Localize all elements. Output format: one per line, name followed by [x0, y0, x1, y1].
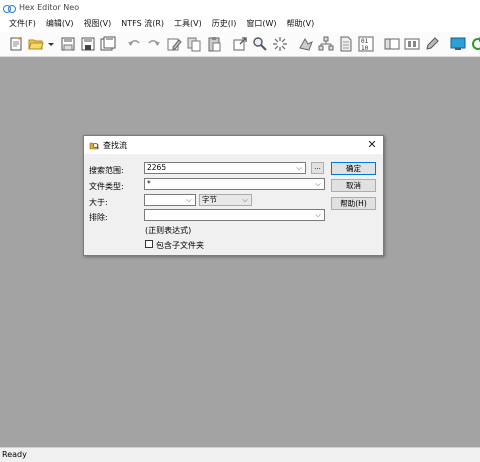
bookmark-icon[interactable]	[298, 36, 314, 52]
menu-bar: 文件(F) 编辑(V) 视图(V) NTFS 流(R) 工具(V) 历史(I) …	[0, 15, 480, 32]
menu-file[interactable]: 文件(F)	[9, 18, 36, 29]
file-type-combobox[interactable]: * ⌵	[144, 178, 325, 190]
ok-button[interactable]: 确定	[331, 162, 376, 175]
close-icon[interactable]: ✕	[365, 138, 379, 152]
save-all-icon[interactable]	[100, 36, 116, 52]
find-streams-icon	[89, 140, 99, 150]
file-type-value: *	[147, 179, 151, 188]
export-icon[interactable]	[232, 36, 248, 52]
find-replace-icon[interactable]	[272, 36, 288, 52]
chevron-down-icon[interactable]: ⌵	[185, 195, 193, 205]
browse-button[interactable]: ...	[311, 162, 324, 174]
dialog-title-bar: 查找流 ✕	[84, 136, 383, 154]
open-folder-icon[interactable]	[28, 36, 44, 52]
svg-text:10: 10	[361, 45, 369, 52]
size-unit-select[interactable]: 字节 ⌵	[199, 194, 252, 206]
app-logo-icon	[3, 3, 16, 13]
menu-history[interactable]: 历史(I)	[212, 18, 237, 29]
tile-icon[interactable]	[404, 36, 420, 52]
svg-text:01: 01	[361, 38, 369, 45]
menu-edit[interactable]: 编辑(V)	[46, 18, 74, 29]
monitor-icon[interactable]	[450, 36, 466, 52]
menu-tools[interactable]: 工具(V)	[174, 18, 202, 29]
search-scope-value: 2265	[147, 163, 167, 172]
include-subfolders-checkbox[interactable]	[145, 240, 153, 248]
status-bar: Ready	[0, 447, 480, 462]
paste-icon[interactable]	[206, 36, 222, 52]
new-file-icon[interactable]	[8, 36, 24, 52]
title-bar: Hex Editor Neo	[0, 0, 480, 15]
exclude-label: 排除:	[89, 213, 108, 222]
search-scope-combobox[interactable]: 2265 ⌵	[144, 162, 306, 174]
dialog-title: 查找流	[103, 140, 127, 150]
regex-hint: (正则表达式)	[145, 226, 192, 235]
find-streams-dialog: 查找流 ✕ 搜索范围: 2265 ⌵ ... 文件类型: * ⌵ 大于: ⌵ 字…	[83, 135, 384, 256]
structure-icon[interactable]	[318, 36, 334, 52]
pencil-icon[interactable]	[424, 36, 440, 52]
include-subfolders-label: 包含子文件夹	[156, 241, 204, 250]
redo-icon[interactable]	[146, 36, 162, 52]
menu-ntfs-streams[interactable]: NTFS 流(R)	[121, 18, 164, 29]
edit-icon[interactable]	[166, 36, 182, 52]
chevron-down-icon[interactable]: ⌵	[241, 195, 249, 205]
find-icon[interactable]	[252, 36, 268, 52]
undo-icon[interactable]	[126, 36, 142, 52]
toolbar: 01 10	[0, 32, 480, 57]
chevron-down-icon[interactable]: ⌵	[295, 163, 303, 173]
dropdown-arrow-icon[interactable]	[48, 36, 54, 52]
binary-icon[interactable]: 01 10	[358, 36, 374, 52]
menu-help[interactable]: 帮助(V)	[287, 18, 315, 29]
size-unit-value: 字节	[202, 195, 217, 204]
file-type-label: 文件类型:	[89, 182, 124, 191]
status-text: Ready	[2, 450, 27, 459]
copy-icon[interactable]	[186, 36, 202, 52]
window-icon[interactable]	[384, 36, 400, 52]
exclude-combobox[interactable]: ⌵	[144, 209, 325, 221]
save-icon[interactable]	[60, 36, 76, 52]
save-as-icon[interactable]	[80, 36, 96, 52]
chevron-down-icon[interactable]: ⌵	[314, 179, 322, 189]
refresh-icon[interactable]	[470, 36, 480, 52]
help-button[interactable]: 帮助(H)	[331, 197, 376, 210]
menu-view[interactable]: 视图(V)	[84, 18, 112, 29]
cancel-button[interactable]: 取消	[331, 179, 376, 192]
search-scope-label: 搜索范围:	[89, 166, 124, 175]
menu-window[interactable]: 窗口(W)	[246, 18, 276, 29]
greater-than-label: 大于:	[89, 198, 108, 207]
window-title: Hex Editor Neo	[19, 3, 80, 12]
file-icon[interactable]	[338, 36, 354, 52]
size-threshold-combobox[interactable]: ⌵	[144, 194, 196, 206]
chevron-down-icon[interactable]: ⌵	[314, 210, 322, 220]
